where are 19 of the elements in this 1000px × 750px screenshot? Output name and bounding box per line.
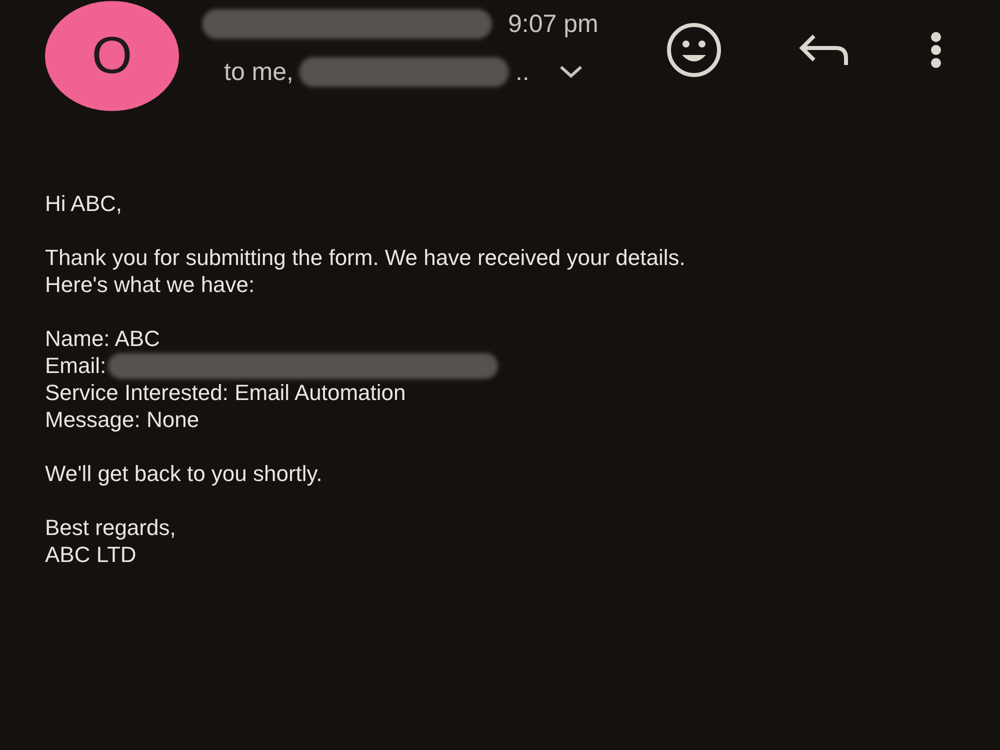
signature-line: ABC LTD <box>45 541 138 568</box>
recipients-ellipsis: .. <box>515 58 530 86</box>
body-text: We'll get back to you shortly. <box>45 460 324 487</box>
emoji-button[interactable] <box>664 22 724 78</box>
field-label: Email: <box>45 352 106 379</box>
recipients-label: to me, <box>224 58 294 86</box>
field-line: Service Interested: Email Automation <box>45 379 407 406</box>
smiley-icon <box>666 22 722 78</box>
more-icon <box>930 31 942 69</box>
chevron-down-icon[interactable] <box>559 65 584 79</box>
body-text: Thank you for submitting the form. We have received your details. <box>45 244 686 271</box>
field-line: Name: ABC <box>45 325 161 352</box>
avatar-letter: O <box>92 26 132 86</box>
reply-icon <box>798 33 850 67</box>
body-text: Here's what we have: <box>45 271 256 298</box>
signature-line: Best regards, <box>45 514 177 541</box>
greeting: Hi ABC, <box>45 190 124 217</box>
time: 9:07 pm <box>508 10 598 38</box>
field-line: Message: None <box>45 406 200 433</box>
